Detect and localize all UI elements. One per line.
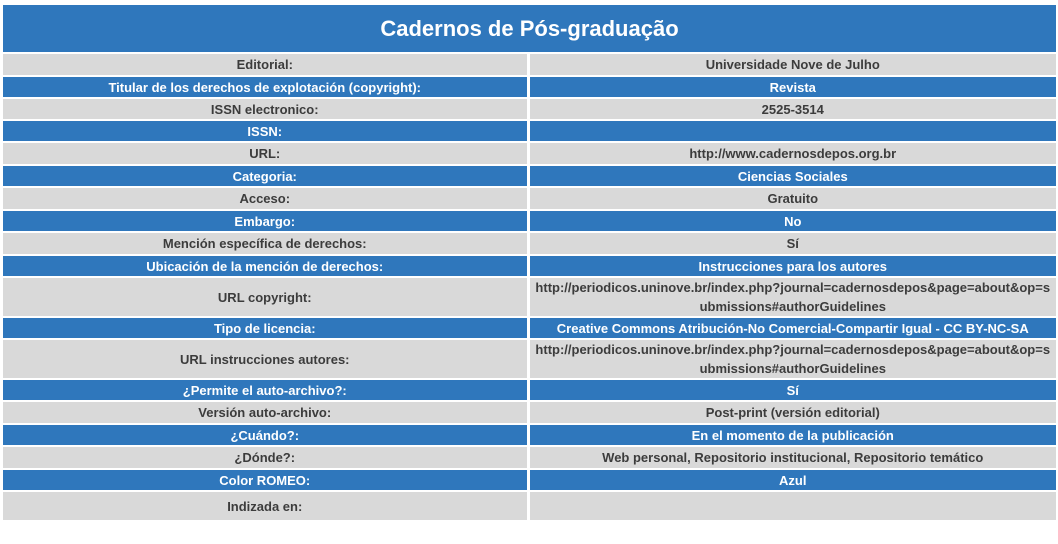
value-when: En el momento de la publicación	[529, 425, 1056, 445]
row-issn-electronic: ISSN electronico: 2525-3514	[3, 99, 1056, 119]
row-rights-location: Ubicación de la mención de derechos: Ins…	[3, 256, 1056, 276]
row-editorial: Editorial: Universidade Nove de Julho	[3, 54, 1056, 75]
label-romeo-color: Color ROMEO:	[3, 470, 530, 490]
value-editorial: Universidade Nove de Julho	[529, 54, 1056, 75]
label-url-copyright: URL copyright:	[3, 278, 530, 316]
row-embargo: Embargo: No	[3, 211, 1056, 231]
value-license-type: Creative Commons Atribución-No Comercial…	[529, 318, 1056, 338]
value-rights-mention: Sí	[529, 233, 1056, 254]
value-archiving-version: Post-print (versión editorial)	[529, 402, 1056, 423]
value-url[interactable]: http://www.cadernosdepos.org.br	[529, 143, 1056, 164]
value-issn-electronic: 2525-3514	[529, 99, 1056, 119]
row-romeo-color: Color ROMEO: Azul	[3, 470, 1056, 490]
label-embargo: Embargo:	[3, 211, 530, 231]
value-access: Gratuito	[529, 188, 1056, 209]
row-copyright-holder: Titular de los derechos de explotación (…	[3, 77, 1056, 97]
row-indexed-in: Indizada en:	[3, 492, 1056, 520]
label-issn: ISSN:	[3, 121, 530, 141]
title-row: Cadernos de Pós-graduação	[3, 5, 1056, 52]
row-when: ¿Cuándo?: En el momento de la publicació…	[3, 425, 1056, 445]
value-issn	[529, 121, 1056, 141]
row-license-type: Tipo de licencia: Creative Commons Atrib…	[3, 318, 1056, 338]
row-archiving-version: Versión auto-archivo: Post-print (versió…	[3, 402, 1056, 423]
journal-info-panel: Cadernos de Pós-graduação Editorial: Uni…	[3, 3, 1056, 522]
label-access: Acceso:	[3, 188, 530, 209]
value-copyright-holder: Revista	[529, 77, 1056, 97]
value-embargo: No	[529, 211, 1056, 231]
row-url: URL: http://www.cadernosdepos.org.br	[3, 143, 1056, 164]
row-access: Acceso: Gratuito	[3, 188, 1056, 209]
label-indexed-in: Indizada en:	[3, 492, 530, 520]
value-url-copyright[interactable]: http://periodicos.uninove.br/index.php?j…	[529, 278, 1056, 316]
label-self-archiving: ¿Permite el auto-archivo?:	[3, 380, 530, 400]
value-where: Web personal, Repositorio institucional,…	[529, 447, 1056, 468]
label-where: ¿Dónde?:	[3, 447, 530, 468]
row-where: ¿Dónde?: Web personal, Repositorio insti…	[3, 447, 1056, 468]
label-license-type: Tipo de licencia:	[3, 318, 530, 338]
label-rights-location: Ubicación de la mención de derechos:	[3, 256, 530, 276]
value-romeo-color: Azul	[529, 470, 1056, 490]
journal-info-table: Cadernos de Pós-graduação Editorial: Uni…	[3, 3, 1056, 522]
value-url-author-instructions[interactable]: http://periodicos.uninove.br/index.php?j…	[529, 340, 1056, 378]
label-copyright-holder: Titular de los derechos de explotación (…	[3, 77, 530, 97]
row-url-copyright: URL copyright: http://periodicos.uninove…	[3, 278, 1056, 316]
row-self-archiving: ¿Permite el auto-archivo?: Sí	[3, 380, 1056, 400]
row-category: Categoria: Ciencias Sociales	[3, 166, 1056, 186]
value-rights-location: Instrucciones para los autores	[529, 256, 1056, 276]
row-url-author-instructions: URL instrucciones autores: http://period…	[3, 340, 1056, 378]
value-indexed-in	[529, 492, 1056, 520]
label-issn-electronic: ISSN electronico:	[3, 99, 530, 119]
label-url-author-instructions: URL instrucciones autores:	[3, 340, 530, 378]
label-archiving-version: Versión auto-archivo:	[3, 402, 530, 423]
label-category: Categoria:	[3, 166, 530, 186]
label-editorial: Editorial:	[3, 54, 530, 75]
label-when: ¿Cuándo?:	[3, 425, 530, 445]
label-url: URL:	[3, 143, 530, 164]
row-issn: ISSN:	[3, 121, 1056, 141]
page-title: Cadernos de Pós-graduação	[3, 5, 1056, 52]
value-self-archiving: Sí	[529, 380, 1056, 400]
value-category: Ciencias Sociales	[529, 166, 1056, 186]
row-rights-mention: Mención específica de derechos: Sí	[3, 233, 1056, 254]
label-rights-mention: Mención específica de derechos:	[3, 233, 530, 254]
